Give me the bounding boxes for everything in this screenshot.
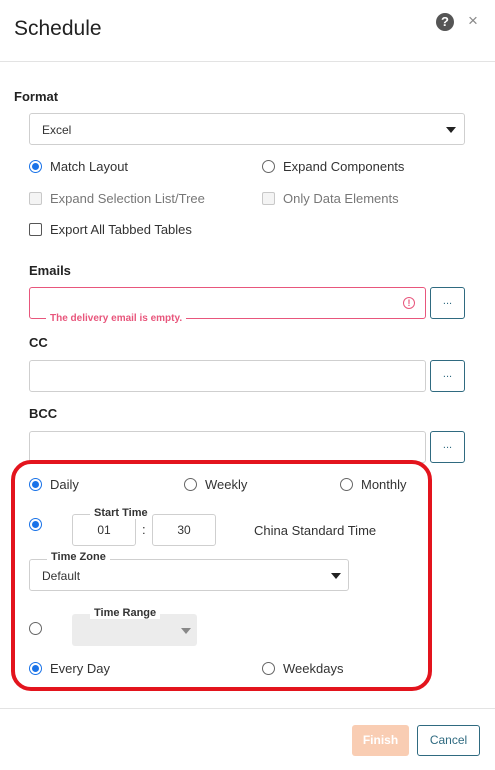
expand-components-radio[interactable] xyxy=(262,160,275,173)
bcc-browse-button[interactable]: ... xyxy=(430,431,465,463)
format-selected-value: Excel xyxy=(42,123,72,137)
cancel-button[interactable]: Cancel xyxy=(417,725,480,756)
export-tabbed-tables-checkbox[interactable] xyxy=(29,223,42,236)
match-layout-radio[interactable] xyxy=(29,160,42,173)
start-minute-input[interactable]: 30 xyxy=(152,514,216,546)
time-zone-label: Time Zone xyxy=(47,551,110,563)
emails-error-text: The delivery email is empty. xyxy=(46,313,187,324)
time-zone-selected-value: Default xyxy=(42,569,81,583)
start-time-radio[interactable] xyxy=(29,518,42,531)
monthly-radio[interactable] xyxy=(340,478,353,491)
chevron-down-icon xyxy=(446,127,456,133)
weekly-radio[interactable] xyxy=(184,478,197,491)
expand-selection-label: Expand Selection List/Tree xyxy=(50,191,205,206)
format-label: Format xyxy=(14,89,59,104)
header-divider xyxy=(0,61,495,62)
expand-selection-checkbox xyxy=(29,192,42,205)
bcc-label: BCC xyxy=(29,406,58,421)
expand-components-label: Expand Components xyxy=(283,159,405,174)
every-day-radio[interactable] xyxy=(29,662,42,675)
monthly-label: Monthly xyxy=(361,477,407,492)
time-range-label: Time Range xyxy=(90,607,161,619)
daily-label: Daily xyxy=(50,477,79,492)
weekly-label: Weekly xyxy=(205,477,248,492)
help-icon[interactable]: ? xyxy=(436,13,454,31)
time-range-radio[interactable] xyxy=(29,622,42,635)
every-day-label: Every Day xyxy=(50,661,110,676)
time-zone-select[interactable]: Default xyxy=(29,559,349,591)
timezone-text: China Standard Time xyxy=(254,523,377,538)
match-layout-label: Match Layout xyxy=(50,159,129,174)
error-icon: ! xyxy=(403,297,415,309)
start-time-label: Start Time xyxy=(90,507,152,519)
weekdays-radio[interactable] xyxy=(262,662,275,675)
emails-browse-button[interactable]: ... xyxy=(430,287,465,319)
cc-label: CC xyxy=(29,335,48,350)
export-tabbed-tables-label: Export All Tabbed Tables xyxy=(50,222,192,237)
finish-button[interactable]: Finish xyxy=(352,725,409,756)
time-separator: : xyxy=(142,522,146,537)
weekdays-label: Weekdays xyxy=(283,661,344,676)
only-data-elements-label: Only Data Elements xyxy=(283,191,399,206)
format-select[interactable]: Excel xyxy=(29,113,465,145)
close-icon[interactable]: × xyxy=(468,11,478,31)
emails-label: Emails xyxy=(29,263,71,278)
chevron-down-icon xyxy=(181,628,191,634)
only-data-elements-checkbox xyxy=(262,192,275,205)
chevron-down-icon xyxy=(331,573,341,579)
bcc-input[interactable] xyxy=(29,431,426,463)
cc-browse-button[interactable]: ... xyxy=(430,360,465,392)
dialog-title: Schedule xyxy=(14,17,102,40)
daily-radio[interactable] xyxy=(29,478,42,491)
footer-divider xyxy=(0,708,495,709)
cc-input[interactable] xyxy=(29,360,426,392)
